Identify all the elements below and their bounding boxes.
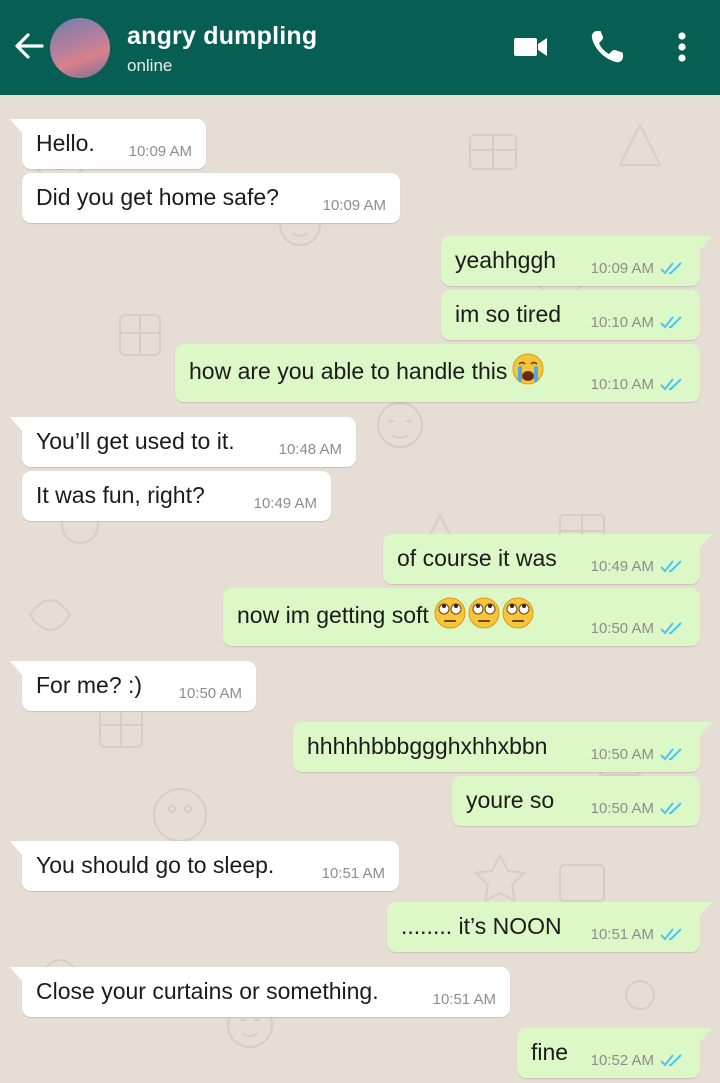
chat-area[interactable]: Hello. 10:09 AM Did you get home safe? 1…: [0, 95, 720, 1083]
message-time: 10:09 AM: [322, 197, 386, 214]
back-arrow-icon[interactable]: [12, 29, 46, 63]
message-time: 10:50 AM: [178, 685, 242, 702]
incoming-message[interactable]: For me? :) 10:50 AM: [10, 661, 256, 711]
message-time: 10:51 AM: [590, 926, 654, 943]
message-text: how are you able to handle this: [189, 353, 545, 386]
message-text: For me? :): [36, 672, 143, 698]
outgoing-message[interactable]: ........ it’s NOON 10:51 AM: [387, 902, 712, 952]
message-text: You should go to sleep.: [36, 852, 275, 878]
phone-call-icon[interactable]: [588, 28, 626, 66]
incoming-message[interactable]: Did you get home safe? 10:09 AM: [22, 173, 400, 223]
outgoing-message[interactable]: yeahhggh 10:09 AM: [441, 236, 712, 286]
face-with-rolling-eyes-emoji: [468, 597, 500, 629]
message-text: hhhhhbbbggghxhhxbbn: [307, 733, 548, 759]
message-time: 10:10 AM: [590, 314, 654, 331]
outgoing-message[interactable]: im so tired 10:10 AM: [441, 290, 700, 340]
read-ticks-icon: [660, 316, 682, 329]
message-text: yeahhggh: [455, 247, 557, 273]
face-with-rolling-eyes-emoji: [434, 597, 466, 629]
message-time: 10:49 AM: [253, 495, 317, 512]
outgoing-message[interactable]: now im getting soft 10:50 AM: [223, 588, 700, 646]
outgoing-message[interactable]: of course it was 10:49 AM: [383, 534, 712, 584]
message-text: Did you get home safe?: [36, 184, 279, 210]
message-text-content: how are you able to handle this: [189, 358, 508, 384]
incoming-message[interactable]: You should go to sleep. 10:51 AM: [10, 841, 399, 891]
loudly-crying-face-emoji: [512, 353, 544, 385]
read-ticks-icon: [660, 622, 682, 635]
message-text-content: now im getting soft: [237, 602, 429, 628]
contact-name[interactable]: angry dumpling: [127, 22, 317, 51]
message-time: 10:51 AM: [432, 991, 496, 1008]
outgoing-message[interactable]: how are you able to handle this 10:10 AM: [175, 344, 700, 402]
incoming-message[interactable]: You’ll get used to it. 10:48 AM: [10, 417, 356, 467]
message-text: It was fun, right?: [36, 482, 205, 508]
read-ticks-icon: [660, 378, 682, 391]
message-text: Close your curtains or something.: [36, 978, 379, 1004]
read-ticks-icon: [660, 1054, 682, 1067]
read-ticks-icon: [660, 928, 682, 941]
message-text: Hello.: [36, 130, 95, 156]
message-time: 10:48 AM: [278, 441, 342, 458]
read-ticks-icon: [660, 748, 682, 761]
outgoing-message[interactable]: fine 10:52 AM: [517, 1028, 712, 1078]
read-ticks-icon: [660, 802, 682, 815]
message-text: now im getting soft: [237, 597, 535, 630]
message-text: of course it was: [397, 545, 557, 571]
avatar[interactable]: [50, 18, 110, 78]
message-time: 10:50 AM: [590, 800, 654, 817]
contact-status: online: [127, 56, 173, 75]
read-ticks-icon: [660, 560, 682, 573]
read-ticks-icon: [660, 262, 682, 275]
message-text: youre so: [466, 787, 555, 813]
incoming-message[interactable]: Close your curtains or something. 10:51 …: [10, 967, 510, 1017]
outgoing-message[interactable]: youre so 10:50 AM: [452, 776, 700, 826]
video-call-icon[interactable]: [512, 28, 550, 66]
message-time: 10:09 AM: [128, 143, 192, 160]
incoming-message[interactable]: Hello. 10:09 AM: [10, 119, 206, 169]
message-text: ........ it’s NOON: [401, 913, 562, 939]
outgoing-message[interactable]: hhhhhbbbggghxhhxbbn 10:50 AM: [293, 722, 712, 772]
message-time: 10:49 AM: [590, 558, 654, 575]
message-time: 10:09 AM: [590, 260, 654, 277]
message-text: im so tired: [455, 301, 562, 327]
more-options-icon[interactable]: [668, 28, 696, 66]
message-time: 10:10 AM: [590, 376, 654, 393]
message-time: 10:51 AM: [321, 865, 385, 882]
face-with-rolling-eyes-emoji: [502, 597, 534, 629]
message-time: 10:50 AM: [590, 620, 654, 637]
incoming-message[interactable]: It was fun, right? 10:49 AM: [22, 471, 331, 521]
chat-header: angry dumpling online: [0, 0, 720, 95]
message-text: You’ll get used to it.: [36, 428, 235, 454]
message-time: 10:50 AM: [590, 746, 654, 763]
message-time: 10:52 AM: [590, 1052, 654, 1069]
message-text: fine: [531, 1039, 569, 1065]
